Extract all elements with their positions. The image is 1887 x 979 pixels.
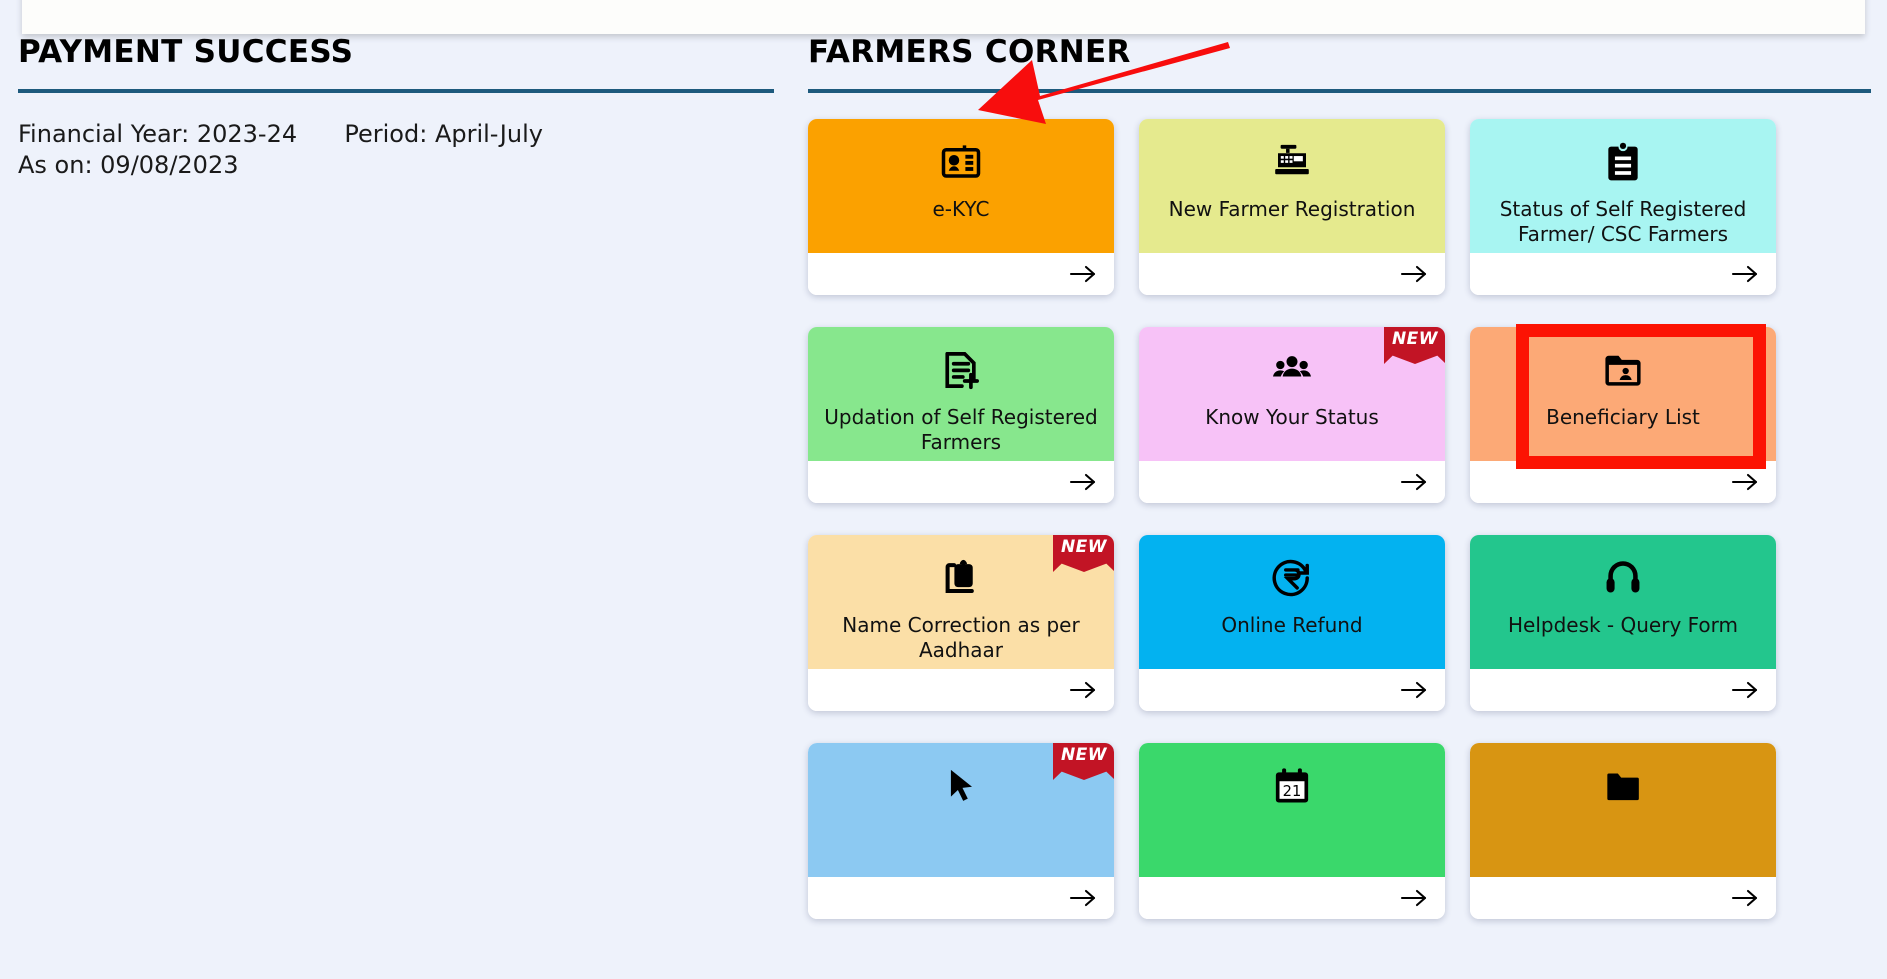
card-label: New Farmer Registration bbox=[1168, 197, 1416, 221]
farmers-corner-title: FARMERS CORNER bbox=[808, 34, 1131, 70]
headset-icon bbox=[1601, 555, 1645, 601]
payment-success-panel: PAYMENT SUCCESS Financial Year: 2023-24 … bbox=[18, 34, 774, 180]
arrow-right-icon[interactable] bbox=[1399, 887, 1429, 909]
svg-text:21: 21 bbox=[1283, 783, 1302, 800]
arrow-right-icon[interactable] bbox=[1068, 887, 1098, 909]
arrow-right-icon[interactable] bbox=[1399, 263, 1429, 285]
card-label: Name Correction as per Aadhaar bbox=[842, 613, 1080, 663]
farmers-corner-card[interactable]: 21 bbox=[1139, 743, 1445, 919]
clipboard-copy-icon bbox=[939, 555, 983, 601]
card-label: Beneficiary List bbox=[1546, 405, 1700, 429]
card-footer[interactable] bbox=[808, 669, 1114, 711]
card-label: Status of Self Registered Farmer/ CSC Fa… bbox=[1499, 197, 1747, 247]
arrow-right-icon[interactable] bbox=[1730, 887, 1760, 909]
arrow-right-icon[interactable] bbox=[1068, 679, 1098, 701]
card-body[interactable]: Status of Self Registered Farmer/ CSC Fa… bbox=[1470, 119, 1776, 253]
card-footer[interactable] bbox=[1470, 461, 1776, 503]
cursor-click-icon bbox=[939, 763, 983, 809]
rupee-refund-icon bbox=[1269, 555, 1315, 601]
card-body[interactable]: Helpdesk - Query Form bbox=[1470, 535, 1776, 669]
farmers-corner-card[interactable]: New Farmer Registration bbox=[1139, 119, 1445, 295]
arrow-right-icon[interactable] bbox=[1068, 263, 1098, 285]
card-label: Helpdesk - Query Form bbox=[1507, 613, 1739, 637]
new-badge: NEW bbox=[1053, 535, 1114, 572]
card-body[interactable]: Name Correction as per Aadhaar NEW bbox=[808, 535, 1114, 669]
farmers-corner-card[interactable]: Status of Self Registered Farmer/ CSC Fa… bbox=[1470, 119, 1776, 295]
farmers-corner-card[interactable]: Know Your Status NEW bbox=[1139, 327, 1445, 503]
arrow-right-icon[interactable] bbox=[1730, 263, 1760, 285]
new-badge: NEW bbox=[1053, 743, 1114, 780]
card-footer[interactable] bbox=[1470, 253, 1776, 295]
card-label: Online Refund bbox=[1221, 613, 1363, 637]
financial-year-label: Financial Year: 2023-24 bbox=[18, 120, 298, 148]
card-body[interactable]: Know Your Status NEW bbox=[1139, 327, 1445, 461]
card-label: Know Your Status bbox=[1205, 405, 1379, 429]
main-content: PAYMENT SUCCESS Financial Year: 2023-24 … bbox=[0, 34, 1887, 979]
farmers-corner-card[interactable]: Beneficiary List bbox=[1470, 324, 1776, 503]
arrow-right-icon[interactable] bbox=[1399, 679, 1429, 701]
period-label: Period: April-July bbox=[344, 120, 543, 148]
farmers-corner-card[interactable]: Helpdesk - Query Form bbox=[1470, 535, 1776, 711]
people-group-icon bbox=[1268, 347, 1316, 393]
as-on-label: As on: 09/08/2023 bbox=[18, 150, 239, 179]
card-footer[interactable] bbox=[1139, 877, 1445, 919]
new-badge: NEW bbox=[1384, 327, 1445, 364]
farmers-corner-card[interactable]: Online Refund bbox=[1139, 535, 1445, 711]
id-card-icon bbox=[938, 139, 984, 185]
card-footer[interactable] bbox=[808, 461, 1114, 503]
card-body[interactable]: New Farmer Registration bbox=[1139, 119, 1445, 253]
cash-register-icon bbox=[1269, 139, 1315, 185]
document-plus-icon bbox=[938, 347, 984, 393]
farmers-corner-rule bbox=[808, 89, 1871, 93]
card-body[interactable]: e-KYC bbox=[808, 119, 1114, 253]
top-panel-strip bbox=[22, 0, 1865, 34]
card-footer[interactable] bbox=[808, 877, 1114, 919]
card-footer[interactable] bbox=[808, 253, 1114, 295]
payment-success-title: PAYMENT SUCCESS bbox=[18, 34, 354, 70]
farmers-corner-card[interactable]: NEW bbox=[808, 743, 1114, 919]
clipboard-icon bbox=[1601, 139, 1645, 185]
farmers-corner-card[interactable] bbox=[1470, 743, 1776, 919]
card-body[interactable]: Beneficiary List bbox=[1470, 327, 1776, 461]
card-footer[interactable] bbox=[1470, 877, 1776, 919]
card-footer[interactable] bbox=[1470, 669, 1776, 711]
card-label: Updation of Self Registered Farmers bbox=[824, 405, 1098, 455]
arrow-right-icon[interactable] bbox=[1730, 679, 1760, 701]
folder-person-icon bbox=[1599, 347, 1647, 393]
farmers-corner-card[interactable]: Name Correction as per Aadhaar NEW bbox=[808, 535, 1114, 711]
card-footer[interactable] bbox=[1139, 253, 1445, 295]
farmers-corner-card[interactable]: e-KYC bbox=[808, 119, 1114, 295]
card-body[interactable]: Online Refund bbox=[1139, 535, 1445, 669]
calendar-icon: 21 bbox=[1270, 763, 1314, 809]
card-body[interactable]: NEW bbox=[808, 743, 1114, 877]
payment-success-rule bbox=[18, 89, 774, 93]
farmers-corner-card[interactable]: Updation of Self Registered Farmers bbox=[808, 327, 1114, 503]
card-label: e-KYC bbox=[932, 197, 990, 221]
arrow-right-icon[interactable] bbox=[1399, 471, 1429, 493]
payment-success-meta: Financial Year: 2023-24 Period: April-Ju… bbox=[18, 119, 774, 180]
farmers-corner-card-grid: e-KYC New Farmer Registration Status of Se… bbox=[808, 119, 1871, 919]
meta-row-financial-period: Financial Year: 2023-24 Period: April-Ju… bbox=[18, 119, 774, 150]
card-footer[interactable] bbox=[1139, 669, 1445, 711]
card-body[interactable]: 21 bbox=[1139, 743, 1445, 877]
folder-icon bbox=[1600, 763, 1646, 809]
arrow-right-icon[interactable] bbox=[1730, 471, 1760, 493]
card-footer[interactable] bbox=[1139, 461, 1445, 503]
card-body[interactable] bbox=[1470, 743, 1776, 877]
card-body[interactable]: Updation of Self Registered Farmers bbox=[808, 327, 1114, 461]
arrow-right-icon[interactable] bbox=[1068, 471, 1098, 493]
farmers-corner-panel: FARMERS CORNER e-KYC New Farmer Registrat… bbox=[808, 34, 1871, 919]
